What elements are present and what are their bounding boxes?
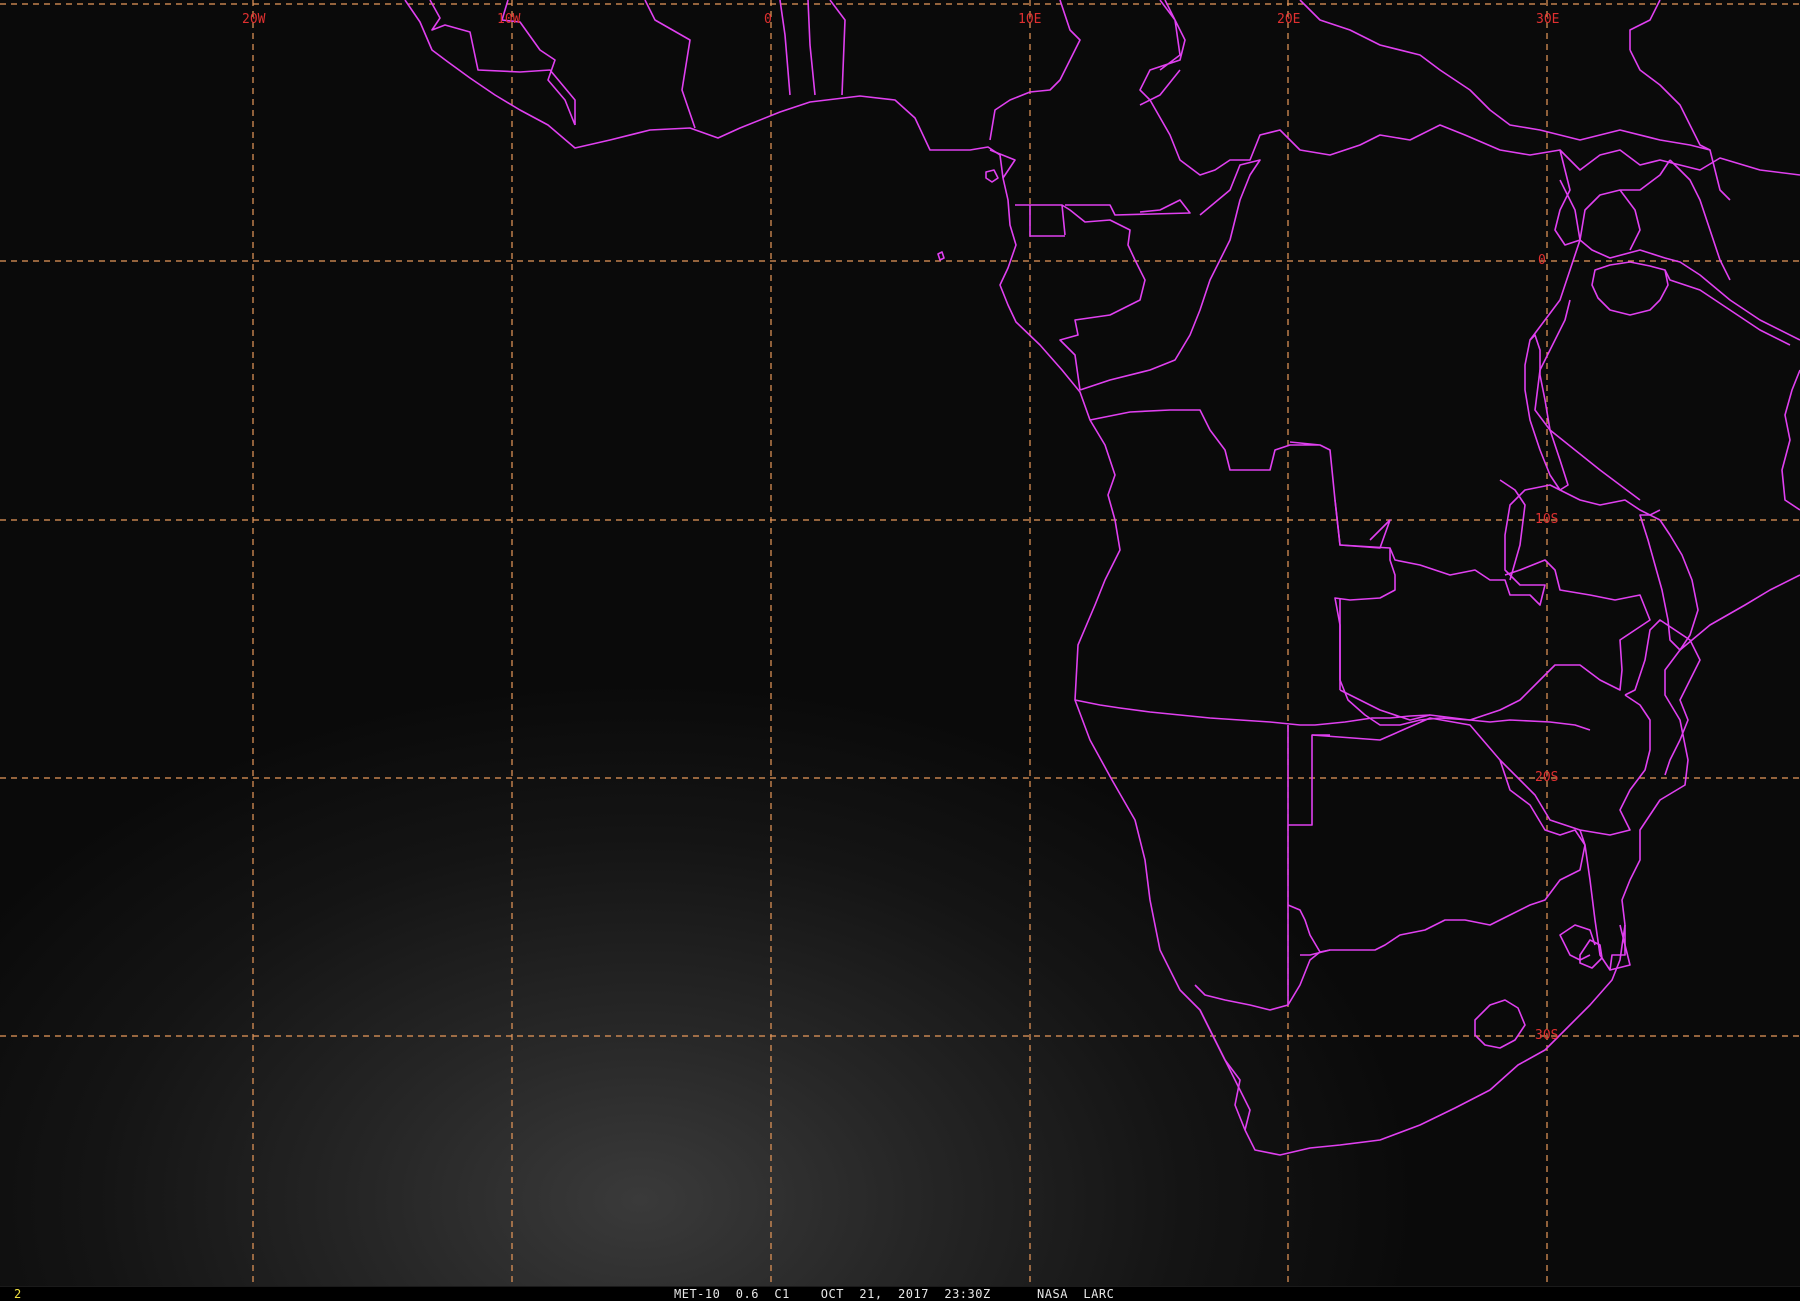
image-caption: MET-10 0.6 C1 OCT 21, 2017 23:30Z NASA L… (674, 1287, 1115, 1301)
lon-label-0: 0 (764, 12, 772, 27)
lon-label-10w: 10W (497, 12, 521, 27)
angola-north-border (1089, 409, 1391, 549)
africa-east-coast (1621, 574, 1800, 926)
drc-border (1139, 0, 1800, 176)
lon-label-20w: 20W (242, 12, 266, 27)
zimbabwe-border (1499, 694, 1651, 846)
sao-tome-island (937, 251, 945, 261)
coastlines-and-borders (404, 0, 1800, 1156)
lat-label-0: 0 (1538, 253, 1546, 268)
west-africa-coast (404, 0, 1004, 179)
graticule (0, 0, 1800, 1286)
south-africa-border (1199, 924, 1626, 1131)
status-bar: 2 MET-10 0.6 C1 OCT 21, 2017 23:30Z NASA… (0, 1286, 1800, 1301)
bioko-island (985, 169, 999, 183)
lat-label-20s: 20S (1535, 770, 1558, 785)
zambia-border (1339, 559, 1651, 721)
mozambique-border (1584, 619, 1701, 971)
lat-label-30s: 30S (1535, 1028, 1558, 1043)
satellite-image: 20W 10W 0 10E 20E 30E 0 10S 20S 30S (0, 0, 1800, 1286)
angola-zambia-border (1334, 484, 1661, 606)
uganda-border (1554, 149, 1671, 251)
lesotho-border (1474, 999, 1526, 1049)
lake-victoria (1591, 261, 1669, 316)
map-overlay: 20W 10W 0 10E 20E 30E 0 10S 20S 30S (0, 0, 1800, 1286)
west-africa-borders (429, 0, 846, 129)
lon-label-10e: 10E (1018, 12, 1041, 27)
sudan-border (1299, 0, 1711, 151)
grid-labels: 20W 10W 0 10E 20E 30E 0 10S 20S 30S (242, 12, 1559, 1043)
lat-label-10s: 10S (1535, 512, 1558, 527)
frame-number: 2 (14, 1287, 22, 1301)
angola-east-border (1334, 548, 1591, 731)
namibia-border (1074, 699, 1431, 1011)
botswana-border (1287, 717, 1586, 956)
lake-malawi (1639, 514, 1699, 651)
africa-west-coast (999, 177, 1626, 1156)
lon-label-20e: 20E (1277, 12, 1300, 27)
east-africa-coast-north (1781, 369, 1800, 511)
lon-label-30e: 30E (1536, 12, 1559, 27)
swaziland-border (1579, 939, 1603, 969)
